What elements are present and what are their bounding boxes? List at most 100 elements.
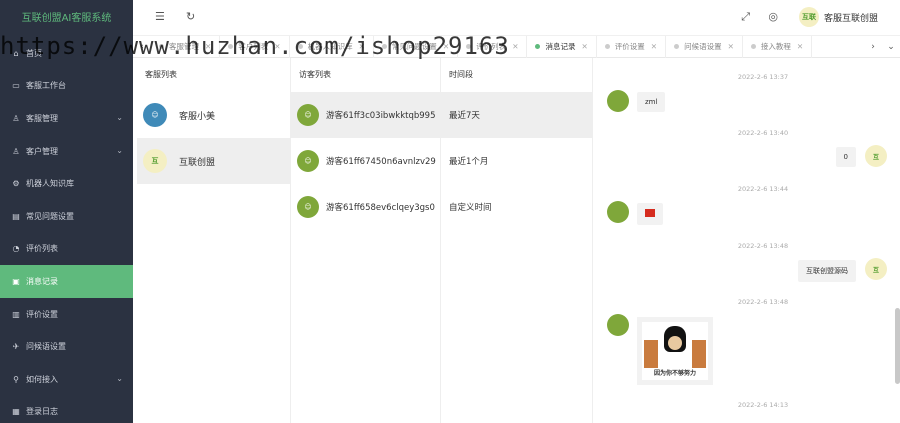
close-icon[interactable]: ✕ (797, 42, 803, 51)
sidebar-item-label: 首页 (26, 48, 42, 58)
avatar: ☺ (297, 150, 319, 172)
tab-label: 客服管理 (169, 42, 199, 51)
list-item[interactable]: 最近1个月 (441, 138, 592, 184)
faq-icon: ▤ (12, 211, 20, 221)
customer-icon: ♙ (12, 146, 20, 156)
tab-label: 常见问题设置 (391, 42, 437, 51)
robot-icon: ⚙ (12, 179, 20, 189)
link-icon: ⚲ (13, 374, 19, 384)
period-list-header: 时间段 (449, 70, 473, 79)
sidebar-item-rating-settings[interactable]: ▥ 评价设置 (0, 298, 133, 331)
tab-dot (381, 44, 387, 49)
avatar (607, 314, 629, 336)
sidebar-item-label: 评价设置 (26, 309, 58, 319)
message-bubble: zml (637, 92, 666, 112)
sidebar-item-label: 如何接入 (26, 374, 58, 384)
tab-customer-list[interactable]: 客户列表 ✕ (220, 35, 290, 58)
avatar: 互 (865, 258, 887, 280)
sticker-caption: 因为你不够努力 (653, 370, 696, 377)
tab-robot-kb[interactable]: 机器人知识库 ✕ (290, 35, 374, 58)
list-item[interactable]: 互 互联创盟 (137, 138, 290, 184)
sidebar-item-ratings[interactable]: ◔ 评价列表 (0, 233, 133, 266)
tab-faq[interactable]: 常见问题设置 ✕ (374, 35, 459, 58)
sidebar: 互联创盟AI客服系统 ⌂ 首页 ▭ 客服工作台 ♙ 客服管理 ⌄ ♙ 客户管理 ⌄ ⚙ 机器人… (0, 0, 133, 423)
close-icon[interactable]: ✕ (581, 42, 587, 51)
avatar: ☺ (297, 104, 319, 126)
sidebar-item-greeting[interactable]: ✈ 问候语设置 (0, 330, 133, 363)
close-icon[interactable]: ✕ (443, 42, 449, 51)
sidebar-item-faq[interactable]: ▤ 常见问题设置 (0, 200, 133, 233)
avatar (607, 201, 629, 223)
sidebar-item-label: 客服管理 (26, 113, 58, 123)
message-bubble: 0 (835, 147, 856, 167)
sticker-meme-icon: 因为你不够努力 (642, 322, 708, 380)
list-item[interactable]: ☺ 游客61ff67450n6avnlzv29 (291, 138, 440, 184)
close-icon[interactable]: ✕ (651, 42, 657, 51)
tab-label: 评价设置 (614, 42, 645, 51)
tab-agent-management[interactable]: 客服管理 ✕ (151, 35, 221, 58)
menu-toggle-icon[interactable]: ☰ (155, 10, 165, 23)
tab-label: 消息记录 (545, 42, 576, 51)
agent-list: 客服列表 ☺ 客服小美 互 互联创盟 (137, 58, 291, 423)
sidebar-item-label: 问候语设置 (26, 342, 66, 352)
sidebar-item-label: 登录日志 (26, 407, 58, 417)
sidebar-item-workbench[interactable]: ▭ 客服工作台 (0, 70, 133, 103)
period-list: 时间段 最近7天 最近1个月 自定义时间 (441, 58, 593, 423)
message-timestamp: 2022-2-6 13:48 (737, 298, 789, 306)
fullscreen-icon[interactable]: ⤢ (741, 10, 750, 24)
tab-dot (466, 44, 472, 49)
message-bubble (637, 203, 663, 225)
log-icon: ▦ (12, 407, 20, 417)
list-item[interactable]: ☺ 游客61ff658ev6clqey3gs0 (291, 184, 440, 230)
chat-scrollbar[interactable] (895, 308, 900, 384)
sidebar-item-how-to-integrate[interactable]: ⚲ 如何接入 ⌄ (0, 363, 133, 396)
tab-dot (297, 44, 303, 49)
close-icon[interactable]: ✕ (728, 42, 734, 51)
message-timestamp: 2022-2-6 13:44 (737, 185, 789, 193)
avatar (607, 90, 629, 112)
sidebar-item-login-log[interactable]: ▦ 登录日志 (0, 396, 133, 423)
close-icon[interactable]: ✕ (274, 42, 280, 51)
user-icon: ♙ (12, 113, 20, 123)
tab-dot (535, 44, 541, 49)
sticker-face-skin (668, 336, 682, 350)
sidebar-item-home[interactable]: ⌂ 首页 (0, 37, 133, 70)
tab-greeting[interactable]: 问候语设置 ✕ (666, 35, 743, 58)
tab-rating-settings[interactable]: 评价设置 ✕ (597, 35, 667, 58)
sidebar-item-label: 常见问题设置 (26, 211, 74, 221)
chevron-down-icon[interactable]: ⌄ (882, 42, 900, 52)
tab-scroll-right-icon[interactable]: › (864, 42, 882, 52)
tab-dot (604, 44, 610, 49)
visitor-name: 游客61ff67450n6avnlzv29 (326, 157, 436, 167)
agent-list-header: 客服列表 (145, 70, 177, 79)
user-menu[interactable]: 互联 客服互联创盟 (798, 7, 878, 27)
sticker-boxes (644, 340, 658, 368)
globe-icon[interactable]: ◎ (768, 10, 778, 23)
list-item[interactable]: 自定义时间 (441, 184, 592, 230)
message-bubble: 互联创盟源码 (798, 260, 856, 282)
sidebar-item-label: 客服工作台 (26, 81, 66, 91)
close-icon[interactable]: ✕ (512, 42, 518, 51)
flag-emoji-icon (645, 209, 655, 217)
refresh-icon[interactable]: ↻ (186, 10, 195, 23)
visitor-list-header: 访客列表 (299, 70, 331, 79)
sidebar-item-agent-management[interactable]: ♙ 客服管理 ⌄ (0, 102, 133, 135)
list-item[interactable]: ☺ 游客61ff3c03ibwkktqb995 (291, 92, 440, 138)
sidebar-item-customer-management[interactable]: ♙ 客户管理 ⌄ (0, 135, 133, 168)
list-item[interactable]: 最近7天 (441, 92, 592, 138)
tab-dot (750, 44, 756, 49)
sidebar-item-messages[interactable]: ▣ 消息记录 (0, 265, 133, 298)
visitor-name: 游客61ff658ev6clqey3gs0 (326, 203, 435, 213)
agent-name: 互联创盟 (179, 157, 216, 168)
home-icon: ⌂ (13, 48, 19, 58)
tab-messages[interactable]: 消息记录 ✕ (527, 35, 597, 58)
list-item[interactable]: ☺ 客服小美 (137, 92, 290, 138)
sidebar-item-label: 消息记录 (26, 276, 58, 286)
close-icon[interactable]: ✕ (359, 42, 365, 51)
tab-integration-tutorial[interactable]: 接入教程 ✕ (743, 35, 813, 58)
close-icon[interactable]: ✕ (205, 42, 211, 51)
tab-ratings[interactable]: 评价列表 ✕ (458, 35, 528, 58)
avatar: ☺ (297, 196, 319, 218)
sidebar-item-robot-kb[interactable]: ⚙ 机器人知识库 (0, 167, 133, 200)
tab-scroll-left-icon[interactable]: ‹ (133, 42, 151, 52)
